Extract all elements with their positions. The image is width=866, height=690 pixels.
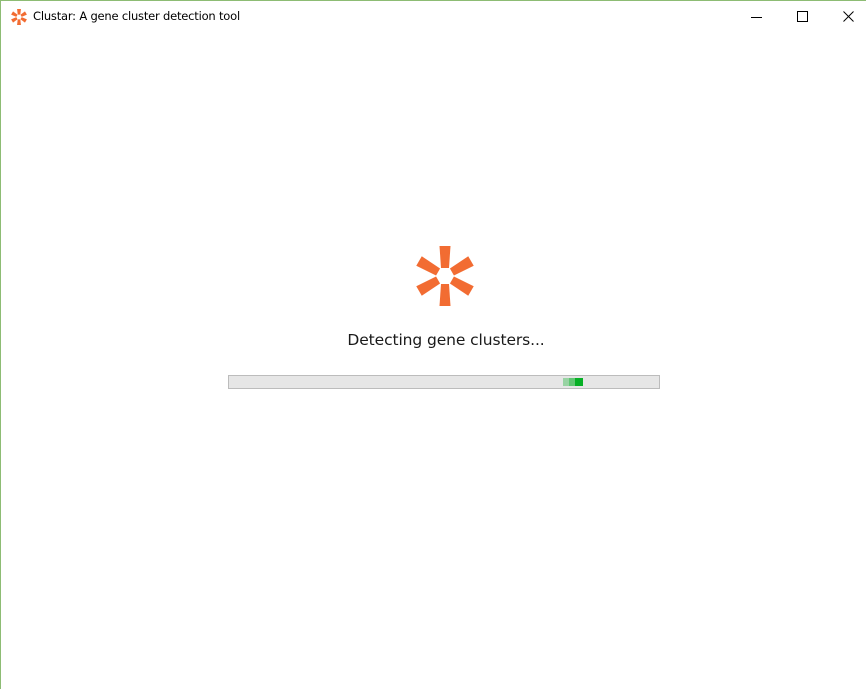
app-window: Clustar: A gene cluster detection tool D… [0,0,866,689]
status-text: Detecting gene clusters... [347,331,545,349]
close-icon [843,11,854,22]
clustar-logo-icon [11,9,27,25]
progress-bar [228,375,660,389]
minimize-icon [751,17,762,18]
clustar-logo-icon [414,245,476,307]
window-title: Clustar: A gene cluster detection tool [33,9,240,23]
minimize-button[interactable] [734,1,780,31]
title-bar[interactable]: Clustar: A gene cluster detection tool [1,1,866,31]
maximize-button[interactable] [780,1,826,31]
loading-panel: Detecting gene clusters... [1,31,866,690]
progress-marquee-segment [575,378,583,386]
maximize-icon [797,11,808,22]
close-button[interactable] [826,1,866,31]
